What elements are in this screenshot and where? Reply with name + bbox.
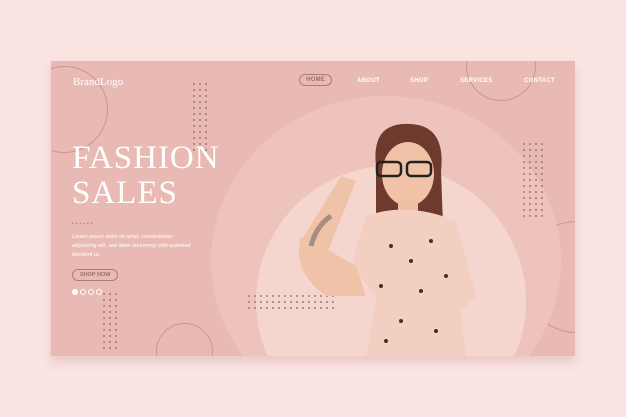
shop-now-button[interactable]: SHOP NOW (72, 269, 119, 281)
hero-title: FASHION SALES (72, 141, 220, 211)
nav-home[interactable]: HOME (299, 74, 333, 86)
brand-logo[interactable]: BrandLogo (73, 76, 123, 88)
title-line: FASHION (72, 140, 220, 176)
title-line: SALES (72, 175, 178, 211)
slide-dot[interactable] (96, 289, 102, 295)
nav-contact[interactable]: CONTACT (524, 78, 555, 84)
divider-dots: •••••• (72, 221, 95, 227)
nav-shop[interactable]: SHOP (410, 78, 428, 84)
slide-dot[interactable] (88, 289, 94, 295)
slide-dot[interactable] (72, 289, 78, 295)
nav-about[interactable]: ABOUT (357, 78, 380, 84)
slide-dot[interactable] (80, 289, 86, 295)
dot-pattern (521, 141, 545, 221)
slide-pager (72, 289, 102, 295)
dot-pattern (101, 291, 119, 351)
decor-ring (156, 323, 213, 356)
model-photo (298, 123, 476, 356)
hero-description: Lorem ipsum dolor sit amet, consectetuer… (72, 234, 191, 258)
nav-services[interactable]: SERVICES (460, 78, 493, 84)
landing-card: BrandLogo HOME ABOUT SHOP SERVICES CONTA… (51, 61, 575, 356)
